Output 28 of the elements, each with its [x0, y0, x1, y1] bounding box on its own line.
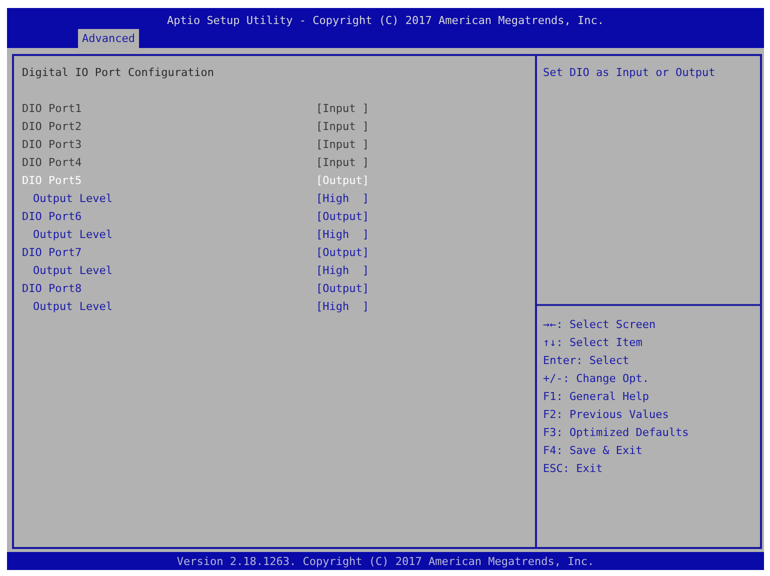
setting-label[interactable]: Output Level	[22, 300, 316, 312]
setting-value[interactable]: [High ]	[316, 228, 369, 240]
help-text: Set DIO as Input or Output	[543, 66, 716, 79]
key-hint: F2: Previous Values	[543, 407, 670, 423]
key-hint: Enter: Select	[543, 353, 630, 369]
menu-tab[interactable]: Advanced	[78, 29, 139, 48]
setting-label[interactable]: Output Level	[22, 192, 316, 204]
key-hint: F3: Optimized Defaults	[543, 425, 690, 441]
setting-label[interactable]: DIO Port7	[22, 246, 316, 258]
setting-label[interactable]: Output Level	[22, 228, 316, 240]
key-hint: F4: Save & Exit	[543, 443, 644, 459]
setting-label[interactable]: DIO Port6	[22, 210, 316, 222]
page-title: Digital IO Port Configuration	[22, 66, 216, 79]
setting-value[interactable]: [Output]	[316, 246, 369, 258]
setting-value[interactable]: [Output]	[316, 282, 369, 294]
setting-label[interactable]: Output Level	[22, 264, 316, 276]
window-title: Aptio Setup Utility - Copyright (C) 2017 American Megatrends, Inc.	[166, 14, 604, 27]
key-hint: →←: Select Screen	[543, 317, 657, 333]
key-hint: +/-: Change Opt.	[543, 371, 650, 387]
setting-value[interactable]: [High ]	[316, 192, 369, 204]
version-text: Version 2.18.1263. Copyright (C) 2017 American Megatrends, Inc.	[176, 554, 594, 568]
setting-value[interactable]: [High ]	[316, 300, 369, 312]
key-hint: F1: General Help	[543, 389, 650, 405]
key-hint: ↑↓: Select Item	[543, 335, 644, 351]
setting-value[interactable]: [High ]	[316, 264, 369, 276]
setting-value[interactable]: [Output]	[316, 210, 369, 222]
key-hint: ESC: Exit	[543, 461, 604, 477]
setting-label[interactable]: DIO Port8	[22, 282, 316, 294]
